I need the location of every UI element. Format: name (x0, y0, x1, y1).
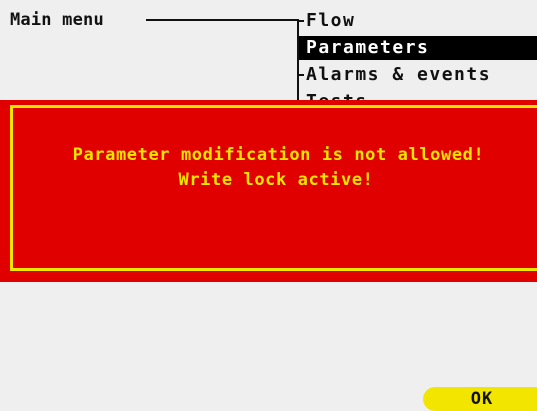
device-screen: Main menu Flow Parameters Alarms & event… (0, 0, 537, 411)
menu-item-label: Flow (306, 10, 356, 31)
menu-branch (297, 20, 304, 22)
menu-item-label: Parameters (306, 37, 430, 58)
write-lock-alert: Parameter modification is not allowed! W… (0, 100, 537, 282)
menu-title: Main menu (10, 10, 104, 30)
alert-message: Parameter modification is not allowed! W… (0, 143, 537, 193)
alert-line-1: Parameter modification is not allowed! (72, 145, 485, 165)
menu-item-parameters[interactable]: Parameters (299, 36, 537, 60)
menu-title-connector (146, 19, 299, 21)
alert-line-2: Write lock active! (178, 170, 374, 190)
menu-tree-line (297, 19, 299, 109)
ok-button[interactable]: OK (423, 387, 537, 411)
menu-branch (297, 74, 304, 76)
menu-item-label: Alarms & events (306, 64, 492, 85)
